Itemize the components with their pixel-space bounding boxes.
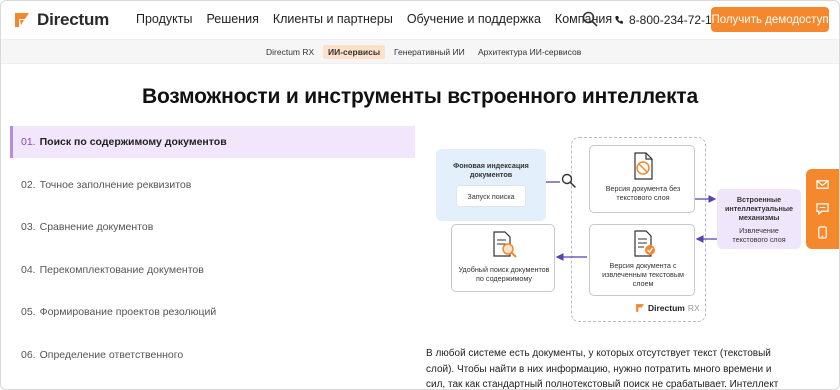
directum-logo-icon <box>15 13 29 27</box>
page-title: Возможности и инструменты встроенного ин… <box>141 85 698 108</box>
nav-item-products[interactable]: Продукты <box>136 12 192 26</box>
feature-item-comparison[interactable]: 03. Сравнение документов <box>10 211 415 243</box>
site-header: Directum Продукты Решения Клиенты и парт… <box>1 1 839 39</box>
feature-label: Определение ответственного <box>39 348 184 361</box>
browser-frame: Directum Продукты Решения Клиенты и парт… <box>0 0 840 390</box>
feature-item-resolutions[interactable]: 05. Формирование проектов резолюций <box>10 296 415 328</box>
subnav-item-directum-rx[interactable]: Directum RX <box>266 47 314 57</box>
phone-number: 8-800-234-72-11 <box>629 13 718 27</box>
feature-label: Сравнение документов <box>39 221 154 233</box>
feature-num: 02. <box>21 178 36 191</box>
feature-label: Поиск по содержимому документов <box>39 136 227 148</box>
contact-side-panel <box>806 169 839 249</box>
sub-nav: Directum RX ИИ-сервисы Генеративный ИИ А… <box>1 39 839 64</box>
nav-item-training[interactable]: Обучение и поддержка <box>407 12 541 26</box>
chat-icon[interactable] <box>816 202 829 215</box>
nav-item-clients[interactable]: Клиенты и партнеры <box>273 12 393 26</box>
feature-label: Перекомплектование документов <box>39 263 204 276</box>
feature-list: 01. Поиск по содержимому документов 02. … <box>10 126 415 381</box>
search-diagram: Фоновая индексация документов Запуск пои… <box>421 129 801 329</box>
logo[interactable]: Directum <box>13 10 109 30</box>
subnav-item-ai-services[interactable]: ИИ-сервисы <box>323 45 386 59</box>
feature-num: 05. <box>21 306 36 318</box>
feature-item-responsible[interactable]: 06. Определение ответственного <box>10 339 415 371</box>
subnav-item-architecture[interactable]: Архитектура ИИ-сервисов <box>478 47 581 57</box>
description-paragraph: В любой системе есть документы, у которы… <box>426 348 779 390</box>
mobile-icon[interactable] <box>816 226 829 239</box>
get-demo-button[interactable]: Получить демодоступ <box>711 7 829 32</box>
phone-icon <box>615 16 623 24</box>
diagram-arrows <box>546 181 717 261</box>
feature-item-repacking[interactable]: 04. Перекомплектование документов <box>10 254 415 286</box>
mail-icon[interactable] <box>816 178 829 191</box>
nav-item-solutions[interactable]: Решения <box>206 12 258 26</box>
main-nav: Продукты Решения Клиенты и партнеры Обуч… <box>136 12 626 26</box>
feature-num: 04. <box>21 263 36 276</box>
subnav-item-generative-ai[interactable]: Генеративный ИИ <box>394 47 465 57</box>
logo-text: Directum <box>37 10 110 29</box>
feature-label: Формирование проектов резолюций <box>39 306 217 318</box>
feature-num: 06. <box>21 348 36 361</box>
feature-label: Точное заполнение реквизитов <box>39 178 192 191</box>
feature-item-requisites[interactable]: 02. Точное заполнение реквизитов <box>10 169 415 201</box>
phone-link[interactable]: 8-800-234-72-11 <box>614 13 718 27</box>
feature-num: 01. <box>21 136 36 148</box>
feature-item-search[interactable]: 01. Поиск по содержимому документов <box>10 126 415 158</box>
search-icon[interactable] <box>582 11 598 27</box>
feature-num: 03. <box>21 221 36 233</box>
